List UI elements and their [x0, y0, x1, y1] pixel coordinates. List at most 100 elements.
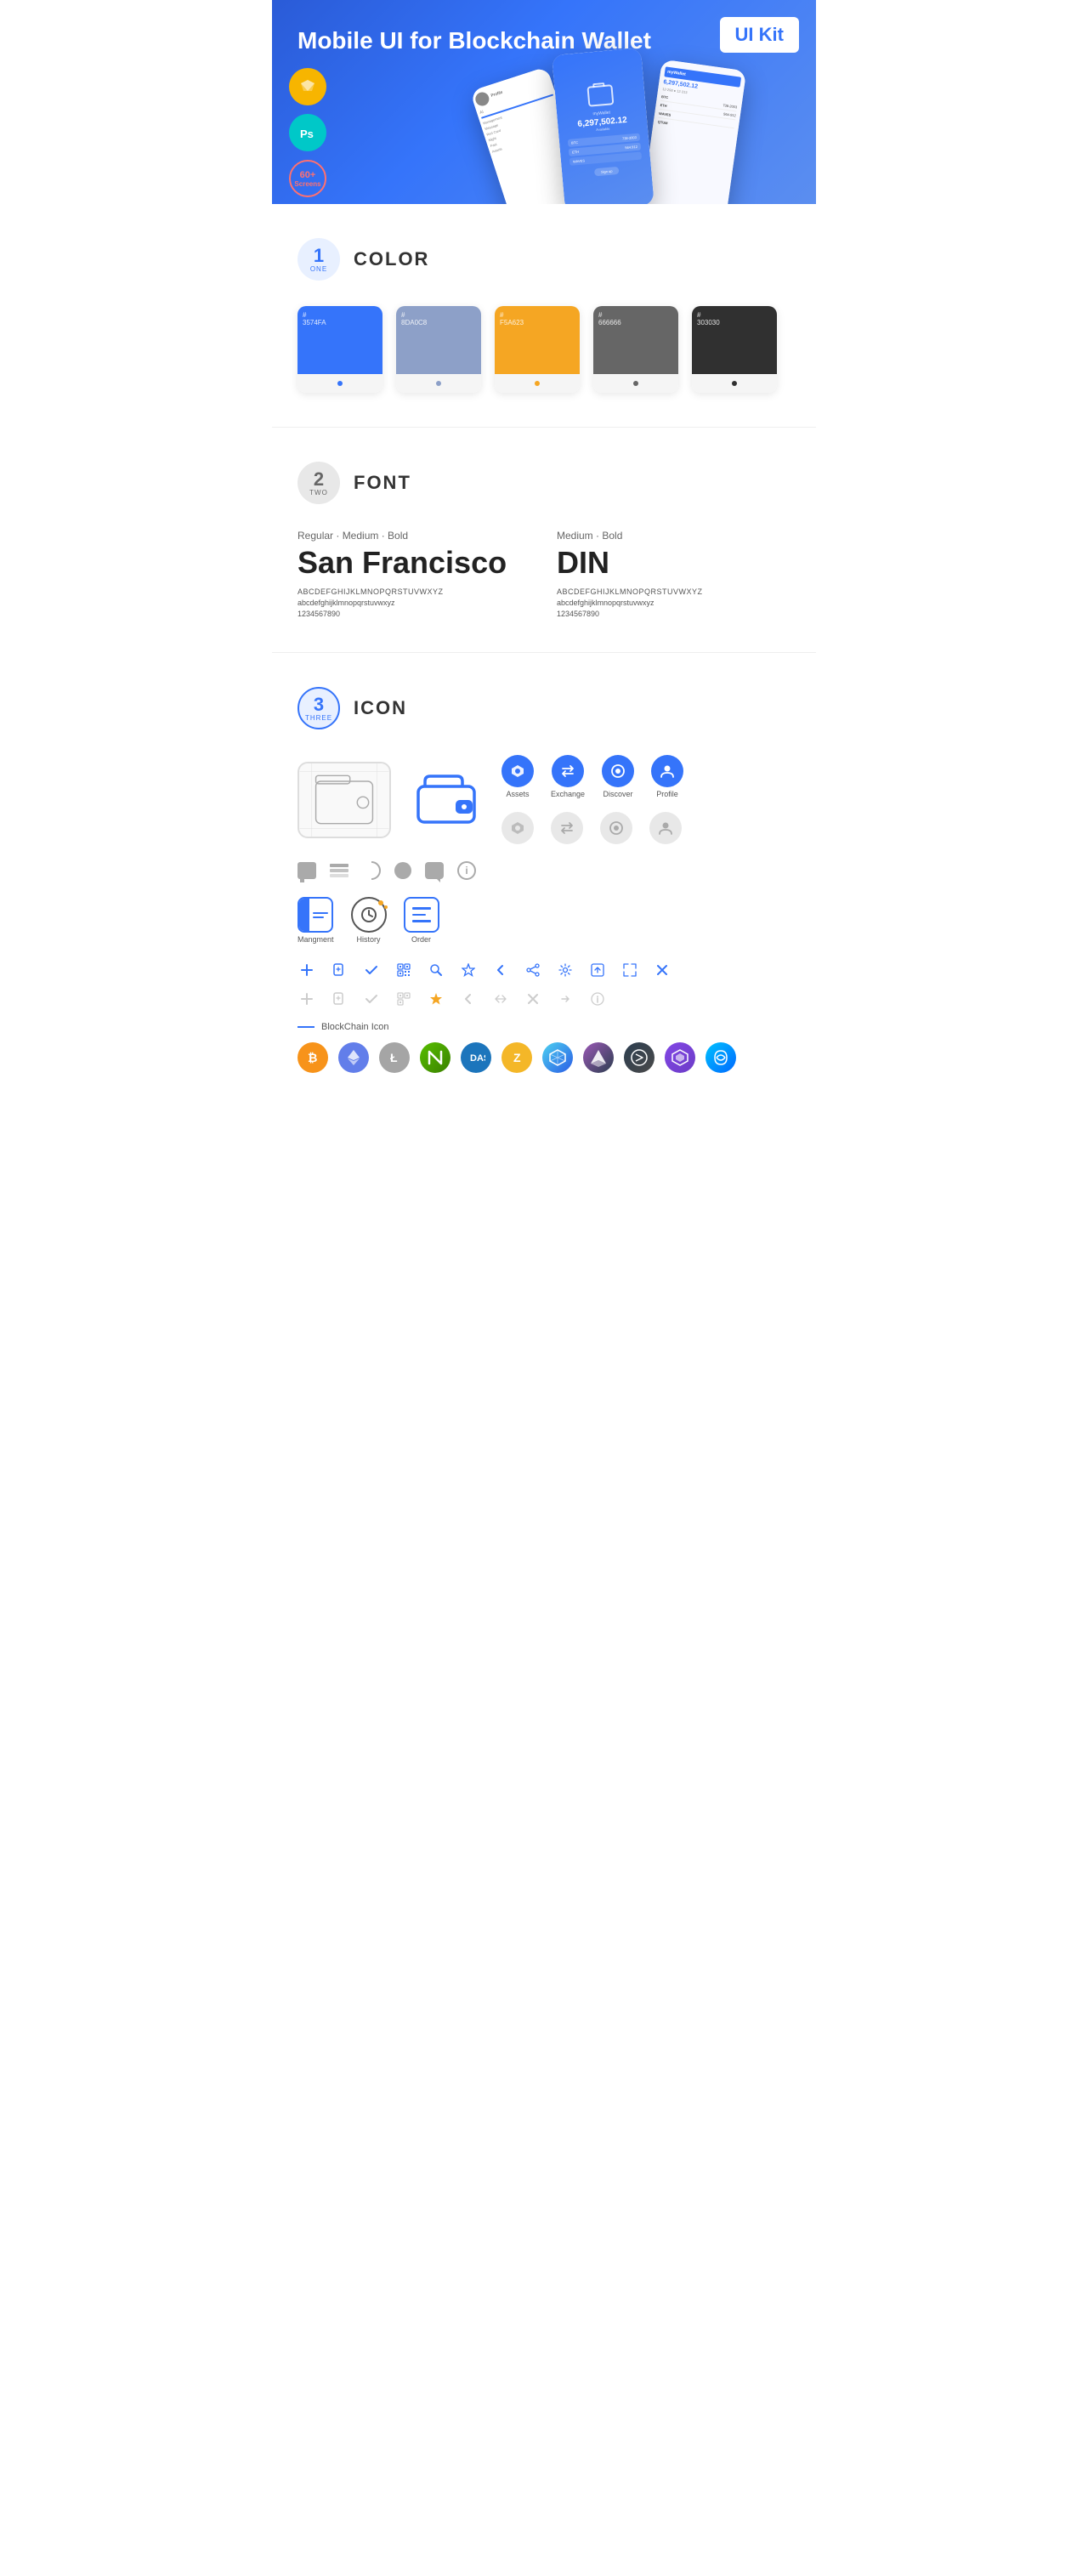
neo-icon — [420, 1042, 450, 1073]
font-din-lowercase: abcdefghijklmnopqrstuvwxyz — [557, 599, 790, 607]
icon-main-row: Assets Exchange — [298, 755, 790, 844]
discover-icon — [602, 755, 634, 787]
font-title: FONT — [354, 472, 411, 494]
exchange-gray-col — [551, 812, 583, 844]
order-label: Order — [411, 935, 431, 944]
phone-mockups: Profile AI Management Message Red Card N… — [484, 13, 808, 204]
litecoin-icon: Ł — [379, 1042, 410, 1073]
resize-icon — [620, 961, 639, 979]
circle-icon — [394, 862, 411, 879]
exchange-gray-icon — [551, 812, 583, 844]
ps-badge: Ps — [289, 114, 326, 151]
swatch-dark: #303030 — [692, 306, 777, 393]
font-sf: Regular · Medium · Bold San Francisco AB… — [298, 530, 531, 618]
share-icon — [524, 961, 542, 979]
profile-gray-icon — [649, 812, 682, 844]
wallet-icon-blue — [416, 775, 476, 826]
doc-gray-icon — [330, 990, 348, 1008]
x-gray-icon — [524, 990, 542, 1008]
ethereum-icon — [338, 1042, 369, 1073]
assets-label: Assets — [506, 790, 529, 798]
star-icon — [459, 961, 478, 979]
check-icon — [362, 961, 381, 979]
plus-icon — [298, 961, 316, 979]
check-gray-icon — [362, 990, 381, 1008]
font-sf-lowercase: abcdefghijklmnopqrstuvwxyz — [298, 599, 531, 607]
chevron-left-icon — [491, 961, 510, 979]
color-section: 1 ONE COLOR #3574FA #8DA0C8 #F5A623 #666… — [272, 204, 816, 427]
small-icons-gray-row — [298, 990, 790, 1008]
font-sf-style: Regular · Medium · Bold — [298, 530, 531, 542]
font-din-name: DIN — [557, 545, 790, 581]
discover-gray-icon — [600, 812, 632, 844]
phone-2: myWallet 6,297,502.12 Available BTC 738-… — [552, 48, 654, 204]
close-icon — [653, 961, 672, 979]
svg-text:₿: ₿ — [308, 1051, 317, 1064]
swatch-grayblue: #8DA0C8 — [396, 306, 481, 393]
zcash-icon: Z — [502, 1042, 532, 1073]
management-label: Mangment — [298, 935, 334, 944]
profile-gray-col — [649, 812, 682, 844]
info-gray-icon — [588, 990, 607, 1008]
grid-icon — [542, 1042, 573, 1073]
font-din-numbers: 1234567890 — [557, 610, 790, 618]
phone-3: myWallet 6,297,502.12 12-298 ● 12-313 BT… — [642, 60, 746, 204]
crypto-icons-row: ₿ Ł DASH — [298, 1042, 790, 1073]
discover-label: Discover — [604, 790, 633, 798]
section-number-2: 2 TWO — [298, 462, 340, 504]
blockchain-text: BlockChain Icon — [321, 1022, 389, 1032]
order-icon — [404, 897, 439, 933]
chat-icon — [298, 862, 316, 879]
swatch-blue: #3574FA — [298, 306, 382, 393]
font-section-header: 2 TWO FONT — [298, 462, 790, 504]
exchange-label: Exchange — [551, 790, 585, 798]
history-label: History — [357, 935, 381, 944]
blockchain-line — [298, 1026, 314, 1028]
discover-gray-col — [600, 812, 632, 844]
profile-icon-col: Profile — [651, 755, 683, 798]
svg-text:Ł: Ł — [390, 1051, 398, 1064]
svg-text:DASH: DASH — [470, 1053, 485, 1064]
nav-icons-row-2 — [502, 812, 683, 844]
history-icon — [351, 897, 387, 933]
assets-gray-col — [502, 812, 534, 844]
font-sf-uppercase: ABCDEFGHIJKLMNOPQRSTUVWXYZ — [298, 587, 531, 596]
section-number-1: 1 ONE — [298, 238, 340, 281]
arrow-right-gray-icon — [556, 990, 575, 1008]
gear-icon — [556, 961, 575, 979]
font-sf-name: San Francisco — [298, 545, 531, 581]
plus-gray-icon — [298, 990, 316, 1008]
exchange-icon-col: Exchange — [551, 755, 585, 798]
order-icon-col: Order — [404, 897, 439, 944]
swatch-gray: #666666 — [593, 306, 678, 393]
font-sf-numbers: 1234567890 — [298, 610, 531, 618]
halfcircle-icon — [362, 861, 381, 880]
search-icon — [427, 961, 445, 979]
profile-label: Profile — [656, 790, 678, 798]
bitcoin-icon: ₿ — [298, 1042, 328, 1073]
icon-section: 3 THREE ICON — [272, 653, 816, 1107]
qr-gray-icon — [394, 990, 413, 1008]
management-icon — [298, 897, 333, 933]
assets-icon-col: Assets — [502, 755, 534, 798]
stack-icon — [330, 864, 348, 877]
wallet-icon-grid — [298, 762, 391, 838]
font-section: 2 TWO FONT Regular · Medium · Bold San F… — [272, 428, 816, 652]
star-orange-icon — [427, 990, 445, 1008]
speech-bubble-icon — [425, 862, 444, 879]
wallet-icon-blue-container — [408, 766, 484, 834]
svg-text:Ps: Ps — [300, 128, 314, 140]
management-icon-col: Mangment — [298, 897, 334, 944]
dash-icon: DASH — [461, 1042, 491, 1073]
polygon-icon — [665, 1042, 695, 1073]
bottom-icon-row: Mangment History Order — [298, 897, 790, 944]
font-din: Medium · Bold DIN ABCDEFGHIJKLMNOPQRSTUV… — [557, 530, 790, 618]
assets-icon — [502, 755, 534, 787]
arrows-gray-icon — [491, 990, 510, 1008]
skycoin-icon — [706, 1042, 736, 1073]
icon-section-header: 3 THREE ICON — [298, 687, 790, 729]
misc-icon-row: i — [298, 861, 790, 880]
btcp-icon — [624, 1042, 654, 1073]
hero-section: Mobile UI for Blockchain Wallet UI Kit P… — [272, 0, 816, 204]
nav-icons-row-1: Assets Exchange — [502, 755, 683, 798]
